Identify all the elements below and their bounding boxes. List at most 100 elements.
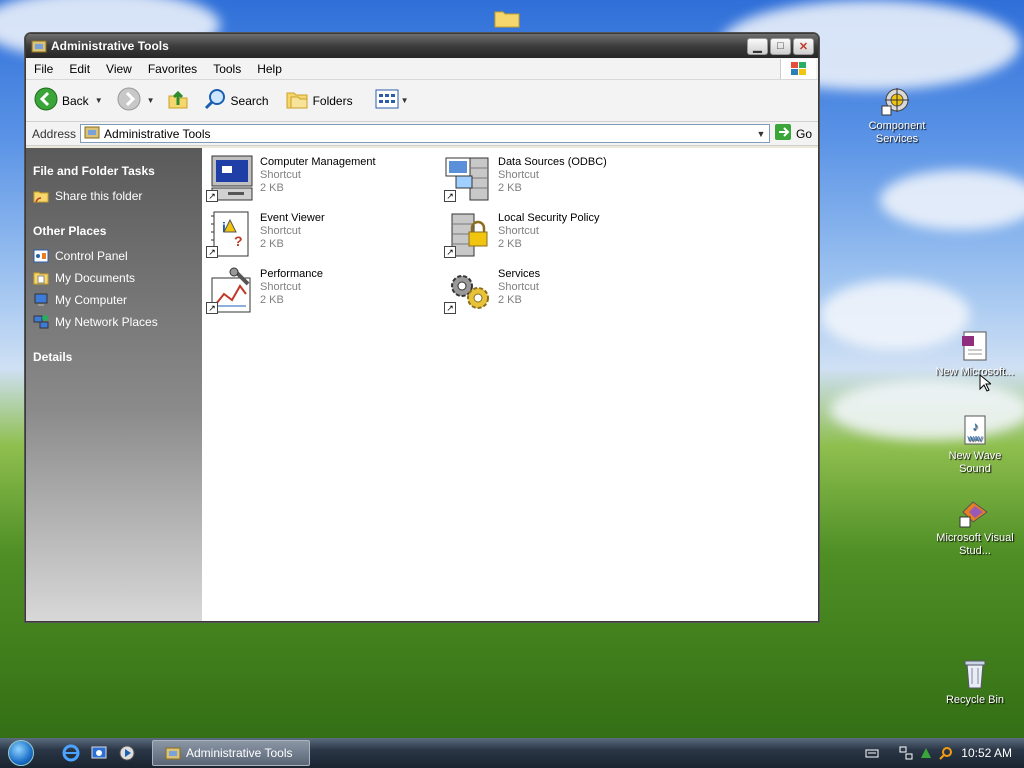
taskbar-button-label: Administrative Tools [186,746,293,760]
file-name: Data Sources (ODBC) [498,156,607,168]
place-label: My Network Places [55,315,158,329]
back-arrow-icon [34,87,58,114]
task-share-folder[interactable]: Share this folder [33,188,195,204]
address-dropdown-icon[interactable]: ▼ [753,125,769,142]
file-size: 2 KB [498,238,522,250]
desktop-icon-label: Component Services [868,120,926,145]
shortcut-arrow-icon: ↗ [444,246,456,258]
file-item-event-viewer[interactable]: i? ↗ Event Viewer Shortcut 2 KB [206,210,436,260]
search-button[interactable]: Search [203,87,269,114]
back-label: Back [62,93,89,108]
file-name: Local Security Policy [498,212,600,224]
file-item-local-security-policy[interactable]: ↗ Local Security Policy Shortcut 2 KB [444,210,674,260]
place-my-computer[interactable]: My Computer [33,292,195,308]
desktop-icon-component-services[interactable]: Component Services [855,84,939,146]
keyboard-icon[interactable] [865,746,879,760]
file-item-services[interactable]: ↗ Services Shortcut 2 KB [444,266,674,316]
section-title[interactable]: Other Places [33,224,195,238]
start-orb-icon [8,740,34,766]
folders-label: Folders [312,93,353,108]
svg-text:♪: ♪ [972,419,978,433]
quick-launch [62,744,146,762]
file-size: 2 KB [260,182,284,194]
event-viewer-icon: i? ↗ [206,210,256,260]
media-player-icon[interactable] [118,744,136,762]
address-input[interactable]: Administrative Tools ▼ [80,124,770,143]
desktop-icon-new-wave-sound[interactable]: ♪ WAV New Wave Sound [933,414,1017,476]
up-button[interactable] [167,88,189,113]
section-title[interactable]: Details [33,350,195,364]
forward-arrow-icon [117,87,141,114]
taskbar: Administrative Tools 10:52 AM [0,738,1024,768]
menu-help[interactable]: Help [249,62,290,76]
show-desktop-icon[interactable] [90,744,108,762]
details-section: Details [33,350,195,364]
section-title[interactable]: File and Folder Tasks [33,164,195,178]
administrative-tools-icon [165,745,181,761]
maximize-button[interactable]: □ [770,37,791,55]
desktop-icon-new-microsoft[interactable]: New Microsoft... [933,330,1017,379]
back-button[interactable]: Back ▼ [34,87,103,114]
folders-button[interactable]: Folders [285,88,353,113]
computer-management-icon: ↗ [206,154,256,204]
place-label: My Documents [55,271,136,285]
menu-file[interactable]: File [26,62,61,76]
place-label: My Computer [55,293,128,307]
administrative-tools-icon [31,38,47,54]
views-icon [375,89,399,112]
menu-tools[interactable]: Tools [205,62,249,76]
internet-explorer-icon[interactable] [62,744,80,762]
go-button[interactable]: Go [774,123,812,144]
file-type: Shortcut [498,225,539,237]
chevron-down-icon[interactable]: ▼ [147,96,155,105]
chevron-down-icon[interactable]: ▼ [95,96,103,105]
control-panel-icon [33,248,49,264]
my-computer-icon [33,292,49,308]
file-name: Computer Management [260,156,376,168]
up-folder-icon [167,88,189,113]
file-name: Performance [260,268,323,280]
wave-sound-icon: ♪ WAV [959,414,991,446]
file-item-performance[interactable]: ↗ Performance Shortcut 2 KB [206,266,436,316]
minimize-button[interactable]: ▁ [747,37,768,55]
menu-edit[interactable]: Edit [61,62,98,76]
close-button[interactable]: ✕ [793,37,814,55]
desktop-icon-visual-studio[interactable]: Microsoft Visual Stud... [933,496,1017,558]
place-my-network-places[interactable]: My Network Places [33,314,195,330]
file-size: 2 KB [498,182,522,194]
menu-view[interactable]: View [98,62,140,76]
desktop-icon-label: Microsoft Visual Stud... [936,532,1014,557]
title-bar[interactable]: Administrative Tools ▁ □ ✕ [26,34,818,58]
search-label: Search [230,93,269,108]
desktop-folder-icon[interactable] [494,8,520,28]
network-places-icon [33,314,49,330]
explorer-window[interactable]: Administrative Tools ▁ □ ✕ File Edit Vie… [25,33,819,622]
forward-button[interactable]: ▼ [117,87,155,114]
place-control-panel[interactable]: Control Panel [33,248,195,264]
views-button[interactable]: ▼ [375,89,409,112]
chevron-down-icon[interactable]: ▼ [401,96,409,105]
desktop-icon-recycle-bin[interactable]: Recycle Bin [933,658,1017,707]
file-item-data-sources[interactable]: ↗ Data Sources (ODBC) Shortcut 2 KB [444,154,674,204]
place-my-documents[interactable]: My Documents [33,270,195,286]
clock[interactable]: 10:52 AM [961,746,1012,760]
safely-remove-icon[interactable] [919,746,933,760]
taskbar-button-administrative-tools[interactable]: Administrative Tools [152,740,310,766]
file-size: 2 KB [498,294,522,306]
address-value: Administrative Tools [104,126,211,141]
share-folder-icon [33,188,49,204]
search-icon[interactable] [939,746,953,760]
address-bar: Address Administrative Tools ▼ Go [26,122,818,146]
desktop-icon-label: Recycle Bin [945,694,1005,706]
menu-favorites[interactable]: Favorites [140,62,205,76]
menu-bar: File Edit View Favorites Tools Help [26,58,818,80]
start-button[interactable] [0,738,42,768]
document-icon [959,330,991,362]
local-security-policy-icon: ↗ [444,210,494,260]
file-list: ↗ Computer Management Shortcut 2 KB ↗ Da… [202,148,818,621]
shortcut-arrow-icon: ↗ [206,190,218,202]
network-icon[interactable] [899,746,913,760]
file-item-computer-management[interactable]: ↗ Computer Management Shortcut 2 KB [206,154,436,204]
file-type: Shortcut [498,281,539,293]
shortcut-arrow-icon: ↗ [444,302,456,314]
